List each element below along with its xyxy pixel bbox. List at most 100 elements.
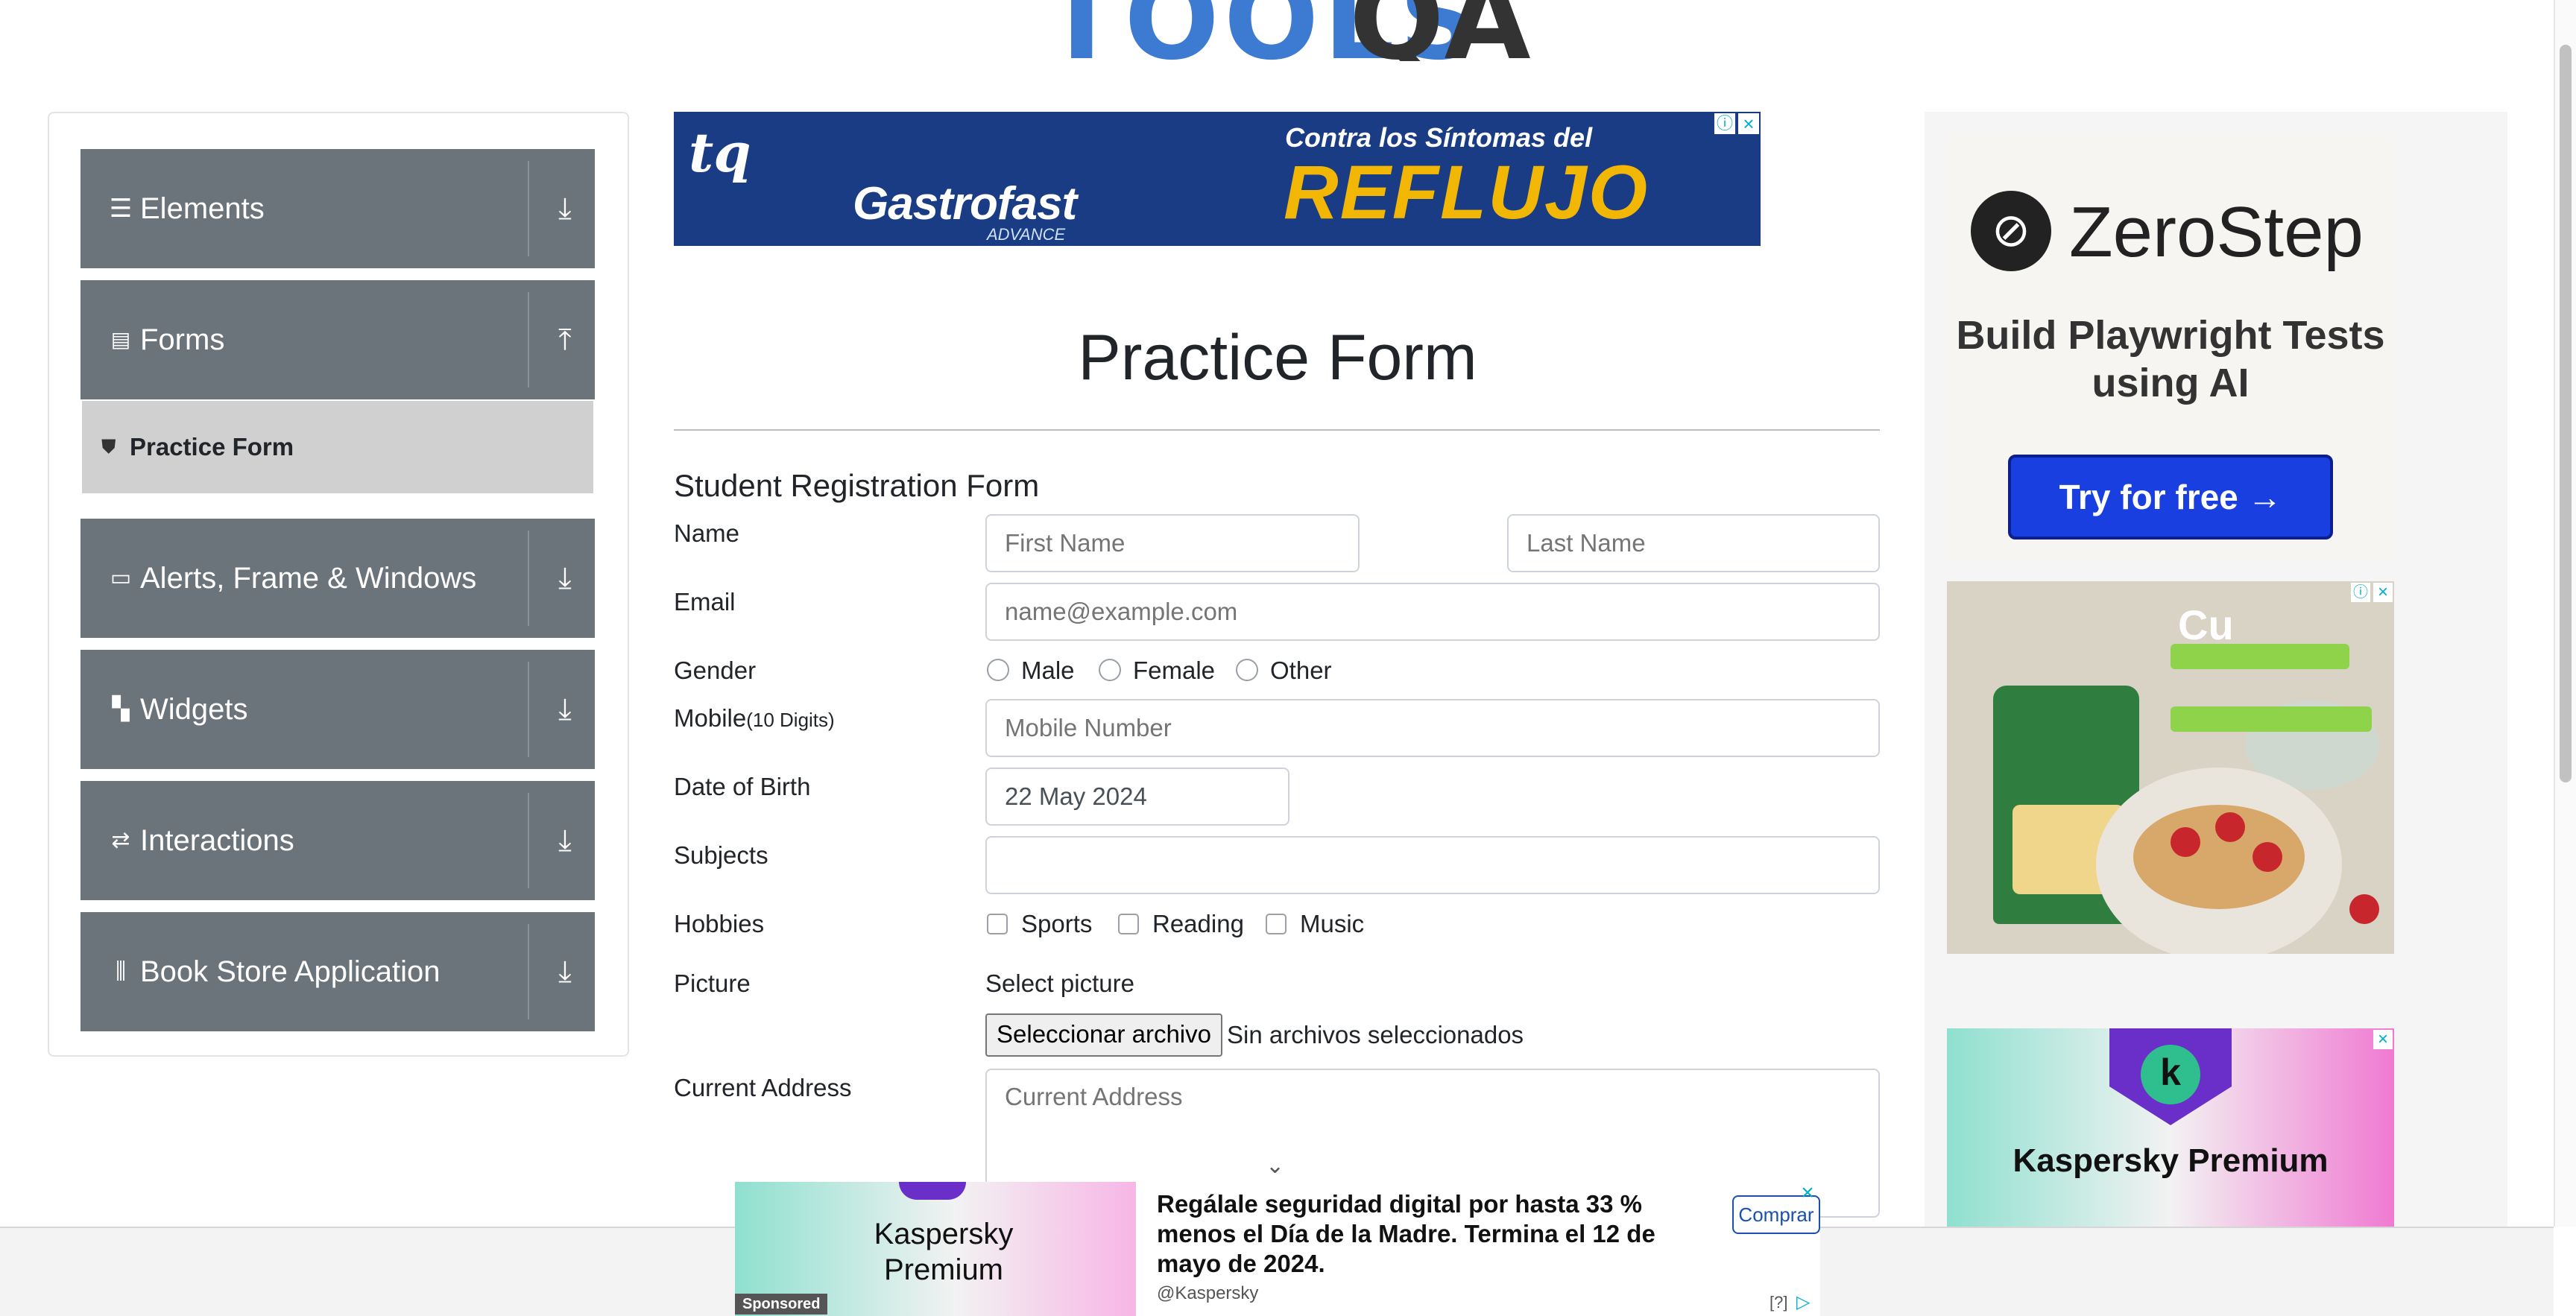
document-icon: ▤ <box>110 328 131 351</box>
sidebar-group-label: Elements <box>140 192 265 225</box>
adchoices-icon[interactable]: ▷ <box>1796 1292 1810 1313</box>
hobby-reading-label[interactable]: Reading <box>1152 908 1244 940</box>
hamburger-icon: ☰ <box>109 194 133 223</box>
zerostep-ad[interactable]: ⊘ ZeroStep Build Playwright Tests using … <box>1947 134 2394 559</box>
form-title: Student Registration Form <box>674 468 1040 503</box>
hobby-music-label[interactable]: Music <box>1300 908 1364 940</box>
divider <box>528 793 529 888</box>
current-address-label: Current Address <box>674 1074 852 1101</box>
interactions-icon: ⇄ <box>111 828 130 852</box>
site-logo[interactable]: TOOLS QA <box>1044 0 1535 61</box>
strawberry-image <box>2253 842 2282 872</box>
kaspersky-ad[interactable]: k Kaspersky Premium × <box>1947 1028 2394 1244</box>
divider <box>528 531 529 626</box>
window-icon: ▭ <box>110 566 132 590</box>
sidebar-group-forms[interactable]: ▤ Forms ⤒ <box>80 280 595 399</box>
close-icon[interactable]: × <box>2373 583 2393 602</box>
sidebar-group-label: Forms <box>140 323 225 356</box>
food-ad-text: Cu <box>2178 601 2234 648</box>
select-picture-label: Select picture <box>985 969 1134 997</box>
sidebar-group-label: Interactions <box>140 824 294 857</box>
email-input[interactable] <box>985 583 1880 641</box>
upload-icon: ⤒ <box>558 323 572 356</box>
gender-male-label[interactable]: Male <box>1021 654 1075 687</box>
divider <box>528 662 529 757</box>
hobby-sports-checkbox[interactable] <box>987 914 1008 934</box>
ad-brand-name: Gastrofast <box>853 178 1077 230</box>
divider <box>528 292 529 387</box>
kaspersky-letter-icon: k <box>2141 1045 2200 1104</box>
adchoices-icon[interactable]: ⓘ <box>2351 583 2370 602</box>
sidebar-group-label: Book Store Application <box>140 955 441 988</box>
mobile-label-text: Mobile <box>674 704 747 732</box>
mobile-hint: (10 Digits) <box>746 709 835 731</box>
last-name-input[interactable] <box>1507 514 1880 572</box>
sidebar-group-interactions[interactable]: ⇄ Interactions ⤓ <box>80 781 595 900</box>
ad-brand-mark-icon: tq <box>689 121 751 184</box>
sidebar-group-label: Alerts, Frame & Windows <box>140 562 477 595</box>
sidebar-item-practice-form[interactable]: ⛊ Practice Form <box>82 401 593 493</box>
dob-label: Date of Birth <box>674 773 811 800</box>
close-icon[interactable]: × <box>2373 1030 2393 1049</box>
strawberry-image <box>2215 812 2245 842</box>
download-icon: ⤓ <box>558 562 572 595</box>
logo-qa: QA <box>1349 0 1531 61</box>
first-name-input[interactable] <box>985 514 1360 572</box>
mobile-label: Mobile(10 Digits) <box>674 702 835 736</box>
close-icon[interactable]: × <box>1738 113 1759 134</box>
hobby-music-checkbox[interactable] <box>1266 914 1287 934</box>
strawberry-image <box>2349 894 2379 924</box>
kaspersky-shield-icon <box>899 1182 966 1200</box>
download-icon: ⤓ <box>558 693 572 726</box>
sidebar-item-label: Practice Form <box>130 433 294 461</box>
divider <box>674 429 1880 431</box>
bookstore-icon: ⫼ <box>116 959 126 984</box>
sidebar-group-book-store[interactable]: ⫼ Book Store Application ⤓ <box>80 912 595 1031</box>
gender-other-radio[interactable] <box>1236 659 1258 681</box>
sticky-ad-handle: @Kaspersky <box>1157 1283 1259 1303</box>
ad-brand-sub: ADVANCE <box>987 225 1066 244</box>
hobby-sports-label[interactable]: Sports <box>1021 908 1092 940</box>
divider <box>528 924 529 1019</box>
food-ad[interactable]: Cu ⓘ × <box>1947 581 2394 954</box>
page-title: Practice Form <box>1078 322 1477 393</box>
ad-help-link[interactable]: [?] <box>1770 1292 1787 1313</box>
sidebar-group-alerts[interactable]: ▭ Alerts, Frame & Windows ⤓ <box>80 519 595 638</box>
close-icon[interactable]: × <box>1796 1182 1819 1204</box>
zerostep-logo-icon: ⊘ <box>1971 191 2051 271</box>
subjects-input[interactable] <box>985 836 1880 894</box>
file-status: Sin archivos seleccionados <box>1227 1021 1524 1048</box>
zerostep-tagline: Build Playwright Tests using AI <box>1956 313 2385 405</box>
chevron-down-icon[interactable]: ⌄ <box>1266 1154 1284 1179</box>
sidebar-group-elements[interactable]: ☰ Elements ⤓ <box>80 149 595 268</box>
text-highlight-bar <box>2171 706 2372 732</box>
ad-headline-big: REFLUJO <box>1284 150 1650 235</box>
gender-female-radio[interactable] <box>1099 659 1121 681</box>
adchoices-icon[interactable]: ⓘ <box>1714 113 1735 134</box>
strawberry-image <box>2171 827 2200 857</box>
widgets-icon: ▚ <box>112 697 130 721</box>
download-icon: ⤓ <box>558 824 572 857</box>
hobbies-label: Hobbies <box>674 910 765 937</box>
banner-ad[interactable]: tq Gastrofast ADVANCE Contra los Síntoma… <box>674 112 1761 246</box>
subjects-label: Subjects <box>674 841 768 869</box>
download-icon: ⤓ <box>558 192 572 225</box>
gender-male-radio[interactable] <box>987 659 1009 681</box>
choose-file-button[interactable]: Seleccionar archivo <box>985 1013 1222 1057</box>
hobby-reading-checkbox[interactable] <box>1118 914 1139 934</box>
sticky-ad-product: Kaspersky Premium <box>874 1218 1014 1286</box>
email-label: Email <box>674 588 736 616</box>
sticky-ad-text: Regálale seguridad digital por hasta 33 … <box>1157 1190 1655 1277</box>
gender-other-label[interactable]: Other <box>1270 654 1332 687</box>
scrollbar-thumb[interactable] <box>2560 45 2572 782</box>
sticky-ad[interactable]: Kaspersky Premium Sponsored Regálale seg… <box>735 1182 1820 1316</box>
try-for-free-button[interactable]: Try for free → <box>2008 455 2333 540</box>
sidebar-group-widgets[interactable]: ▚ Widgets ⤓ <box>80 650 595 769</box>
divider <box>528 161 529 256</box>
gender-female-label[interactable]: Female <box>1133 654 1215 687</box>
mobile-input[interactable] <box>985 699 1880 757</box>
html5-icon: ⛊ <box>101 435 116 458</box>
date-of-birth-input[interactable] <box>985 768 1289 826</box>
gender-label: Gender <box>674 657 757 684</box>
zerostep-name: ZeroStep <box>2069 192 2364 272</box>
